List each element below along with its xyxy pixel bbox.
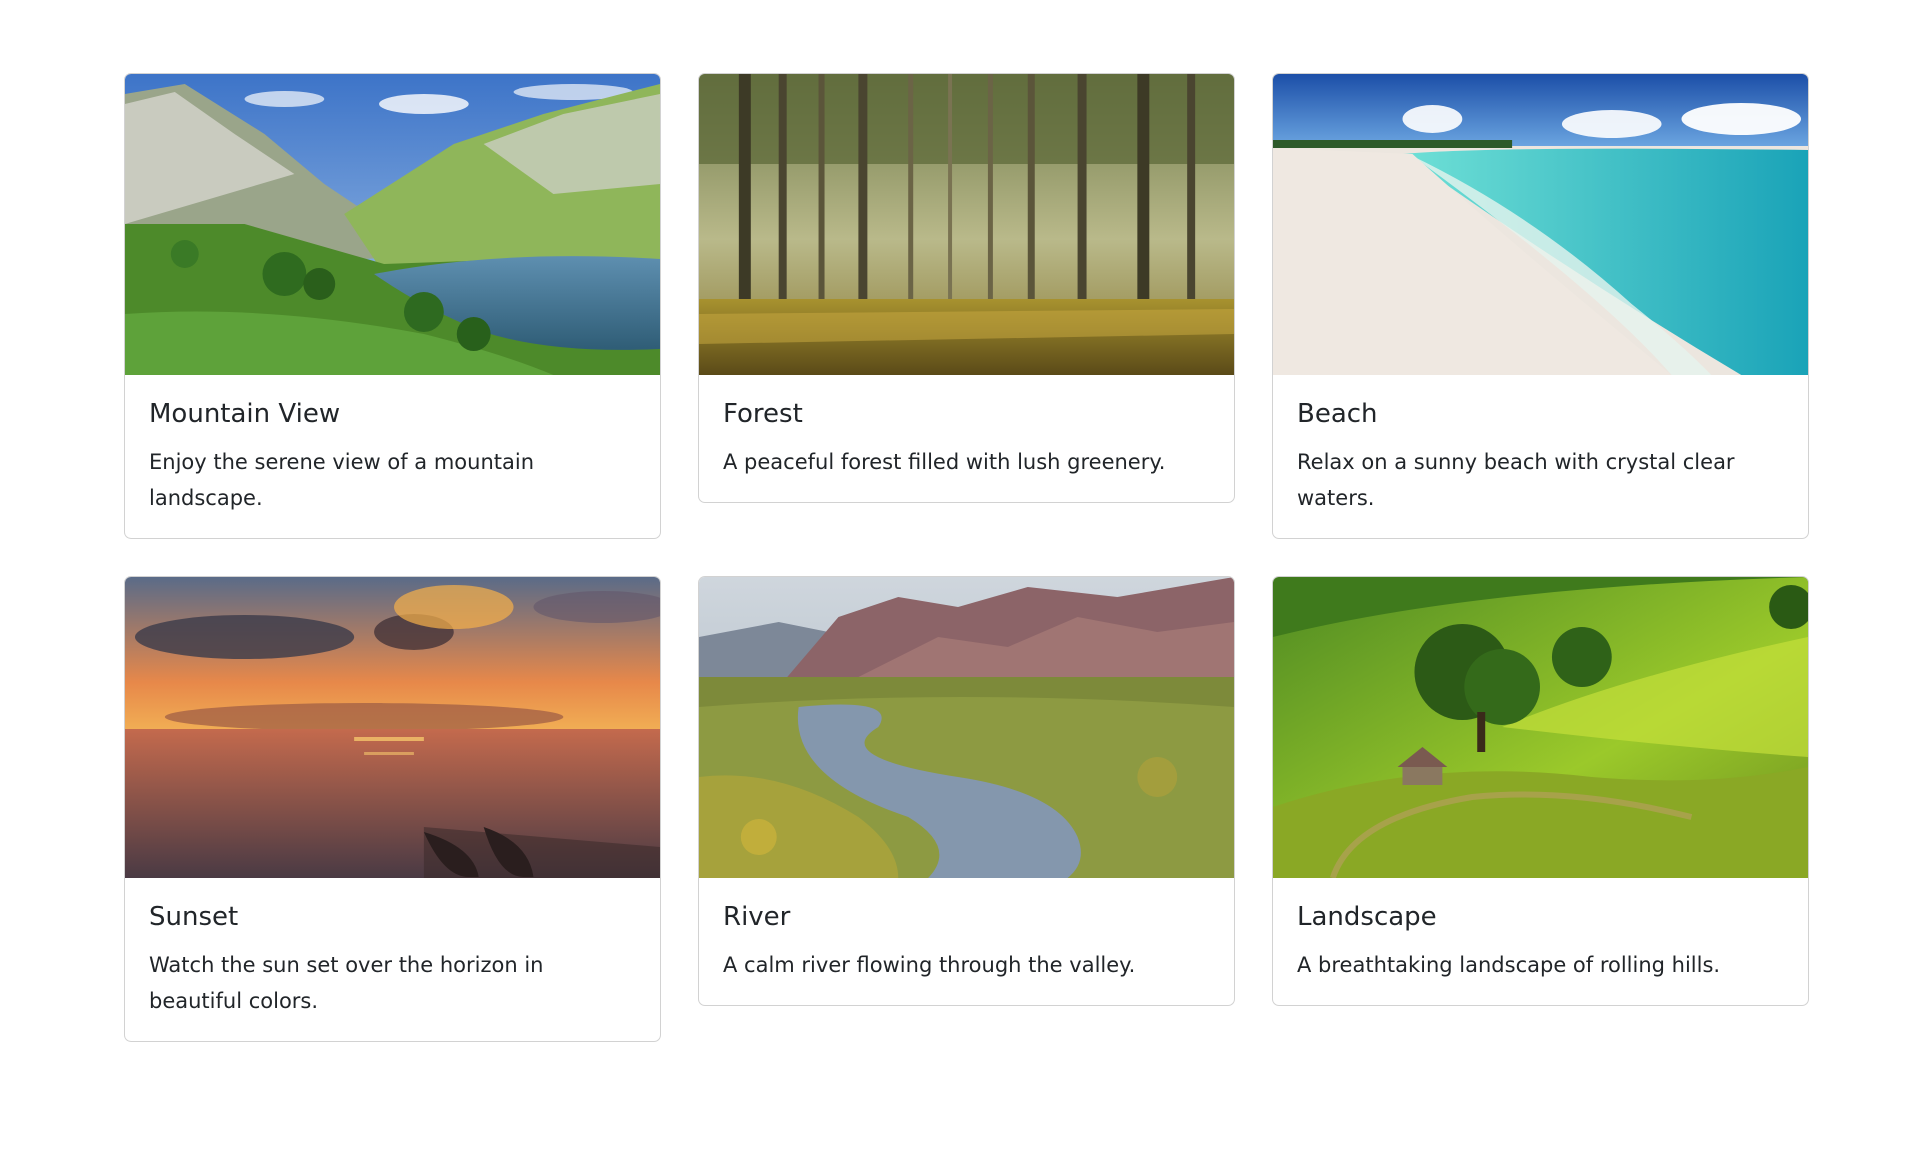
card-title: Landscape: [1297, 902, 1437, 933]
card-sunset[interactable]: Sunset Watch the sun set over the horizo…: [124, 576, 661, 1043]
card-landscape[interactable]: Landscape A breathtaking landscape of ro…: [1272, 576, 1809, 1007]
beach-image: [1273, 74, 1808, 375]
card-title: River: [723, 902, 791, 933]
card-title: Sunset: [149, 902, 239, 933]
card-river[interactable]: River A calm river flowing through the v…: [698, 576, 1235, 1007]
card-text: A peaceful forest filled with lush green…: [723, 450, 1166, 475]
card-title: Forest: [723, 399, 803, 429]
card-body: River A calm river flowing through the v…: [699, 878, 1234, 1005]
card-body: Sunset Watch the sun set over the horizo…: [125, 878, 660, 1041]
card-grid: Mountain View Enjoy the serene view of a…: [124, 73, 1809, 1043]
card-text: A calm river flowing through the valley.: [723, 953, 1136, 978]
mountain-lake-image: [125, 74, 660, 375]
forest-image: [699, 74, 1234, 375]
card-text: Watch the sun set over the horizon in be…: [149, 953, 544, 1014]
card-body: Forest A peaceful forest filled with lus…: [699, 375, 1234, 502]
card-beach[interactable]: Beach Relax on a sunny beach with crysta…: [1272, 73, 1809, 540]
sunset-image: [125, 577, 660, 879]
card-body: Mountain View Enjoy the serene view of a…: [125, 375, 660, 538]
rolling-hills-image: [1273, 577, 1808, 879]
card-text: A breathtaking landscape of rolling hill…: [1297, 953, 1721, 978]
card-text: Enjoy the serene view of a mountain land…: [149, 450, 535, 511]
card-body: Landscape A breathtaking landscape of ro…: [1273, 878, 1808, 1005]
card-mountain-view[interactable]: Mountain View Enjoy the serene view of a…: [124, 73, 661, 540]
card-title: Mountain View: [149, 399, 341, 429]
card-title: Beach: [1297, 399, 1378, 429]
river-image: [699, 577, 1234, 879]
card-forest[interactable]: Forest A peaceful forest filled with lus…: [698, 73, 1235, 504]
card-body: Beach Relax on a sunny beach with crysta…: [1273, 375, 1808, 538]
card-text: Relax on a sunny beach with crystal clea…: [1297, 450, 1735, 511]
